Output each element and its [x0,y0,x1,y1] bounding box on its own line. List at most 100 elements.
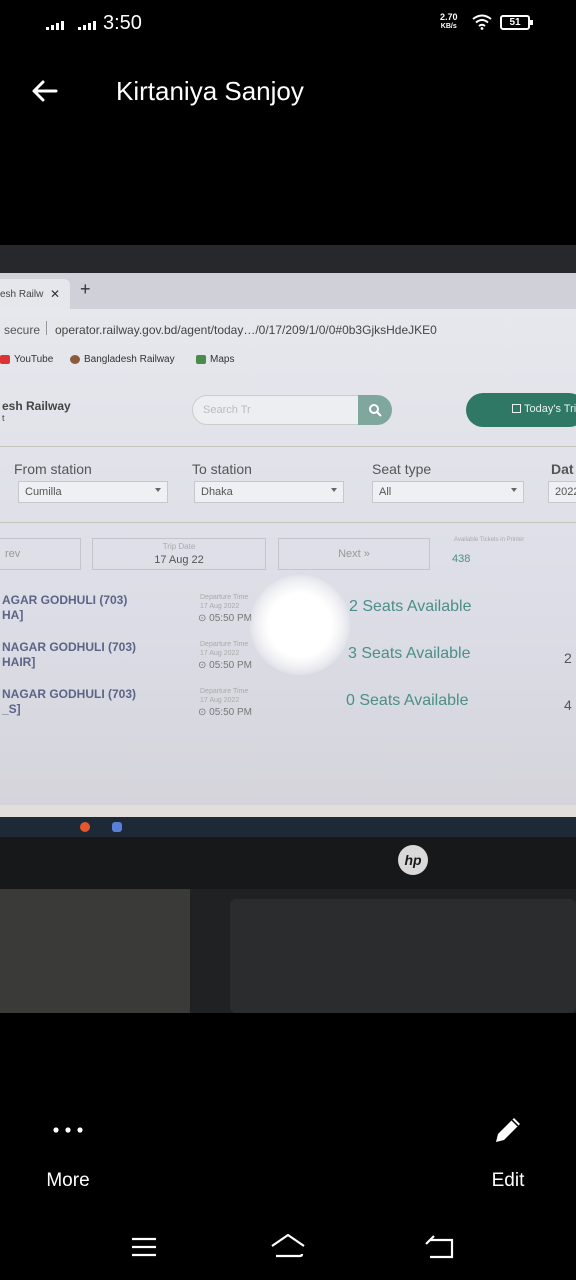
bookmarks-bar: YouTube Bangladesh Railway Maps [0,349,576,371]
edit-button[interactable]: Edit [458,1110,558,1200]
clock-icon: ⊙ [198,707,207,718]
network-speed-value: 2.70 [440,12,458,22]
train-name: AGAR GODHULI (703) HA] [2,593,127,623]
network-speed: 2.70 KB/s [440,13,458,31]
photo-viewer-image[interactable]: esh Railw ✕ + secure operator.railway.go… [0,245,576,1013]
plus-icon: + [80,279,91,299]
next-button: Next » [278,538,430,570]
brand-line: t [2,413,5,423]
more-dots-icon [53,1127,83,1133]
home-icon[interactable] [268,1230,308,1264]
train-route-line: HA] [2,608,24,622]
edit-label: Edit [491,1170,525,1191]
seats-available: 3 Seats Available [348,645,471,662]
chevron-down-icon [331,488,337,492]
departure-time: ⊙ 05:50 PM [198,613,252,624]
chevron-down-icon [155,488,161,492]
site-brand: esh Railway t [2,399,71,423]
youtube-icon [0,355,10,364]
bookmark-bangladesh-railway: Bangladesh Railway [70,354,175,365]
network-speed-unit: KB/s [440,23,457,30]
status-time: 3:50 [103,12,142,34]
brand-line: esh Railway [2,399,71,413]
departure-caption-label: Departure Time [200,688,249,695]
more-button[interactable]: More [18,1110,118,1200]
departure-caption-date: 17 Aug 2022 [200,697,240,704]
close-icon: ✕ [50,287,61,301]
trip-date-caption: Trip Date [162,542,196,551]
departure-time: ⊙ 05:50 PM [198,707,252,718]
filter-select-seat-type: All [372,481,524,503]
departure-caption: Departure Time 17 Aug 2022 [200,593,248,611]
laptop-screen: esh Railw ✕ + secure operator.railway.go… [0,273,576,833]
filter-label-from: From station [14,461,92,477]
trip-pager: rev Trip Date 17 Aug 22 Next » Available… [0,535,576,575]
laptop-base [230,899,576,1013]
row-edge-value: 2 [564,650,572,666]
back-arrow-icon[interactable] [24,70,66,112]
browser-tab-title: esh Railw [0,289,44,300]
filter-label-seat-type: Seat type [372,461,432,477]
todays-trips-label: Today's Tri [524,403,576,415]
bookmark-label: Bangladesh Railway [84,354,175,365]
row-edge-value: 4 [564,697,572,713]
previous-button: rev [0,538,81,570]
filter-label-to: To station [192,461,252,477]
browser-tab-bar: esh Railw ✕ + [0,273,576,309]
available-tickets-caption: Available Tickets in Printer [454,537,525,543]
seats-available: 2 Seats Available [349,598,472,615]
departure-caption-label: Departure Time [200,594,249,601]
train-row: NAGAR GODHULI (703) _S] Departure Time 1… [0,687,576,733]
site-header: esh Railway t Search Tr Today's Tri [0,377,576,447]
clock-icon: ⊙ [198,613,207,624]
departure-time: ⊙ 05:50 PM [198,660,252,671]
pencil-icon [496,1118,520,1142]
secure-label: secure [4,323,41,337]
filter-select-date: 2022 [548,481,576,503]
browser-taskbar-icon [80,822,90,832]
trip-date-box: Trip Date 17 Aug 22 [92,538,266,570]
filter-value: Dhaka [201,486,233,498]
back-nav-icon[interactable] [420,1230,460,1264]
signal-icon [46,20,64,30]
search-icon [369,404,382,417]
battery-icon: 51 [500,15,533,30]
chevron-down-icon [511,488,517,492]
maps-icon [196,355,206,364]
bookmark-youtube: YouTube [0,354,53,365]
contact-name-title: Kirtaniya Sanjoy [116,76,304,106]
recent-apps-icon[interactable] [124,1230,164,1264]
more-label: More [46,1170,90,1191]
address-bar: secure operator.railway.gov.bd/agent/tod… [0,315,576,343]
available-tickets-count: 438 [452,553,471,565]
taskbar-app-icon [112,822,122,832]
train-name: NAGAR GODHULI (703) HAIR] [2,640,136,670]
url-text: operator.railway.gov.bd/agent/today…/0/1… [55,323,437,337]
railway-logo-icon [70,355,80,364]
screen-bottom-edge [0,805,576,817]
filter-value: All [379,486,392,498]
flash-glare [250,575,350,675]
train-name-line: AGAR GODHULI (703) [2,593,128,607]
departure-caption-label: Departure Time [200,641,249,648]
seats-available: 0 Seats Available [346,692,469,709]
hp-logo: hp [398,845,428,875]
laptop-bottom-bezel [0,837,576,889]
departure-caption: Departure Time 17 Aug 2022 [200,687,248,705]
desk-object [0,889,190,1013]
departure-caption-date: 17 Aug 2022 [200,650,240,657]
departure-time-value: 05:50 PM [209,660,252,671]
wifi-icon [472,14,492,30]
todays-trips-button: Today's Tri [466,393,576,427]
filter-select-to: Dhaka [194,481,344,503]
departure-caption-date: 17 Aug 2022 [200,603,240,610]
top-app-bar: Kirtaniya Sanjoy [0,56,576,126]
departure-time-value: 05:50 PM [209,613,252,624]
bookmark-maps: Maps [196,354,234,365]
browser-tab: esh Railw ✕ [0,279,70,309]
filter-label-date: Dat [551,461,574,477]
train-name-line: NAGAR GODHULI (703) [2,640,137,654]
filter-value: Cumilla [25,486,62,498]
bookmark-label: YouTube [14,354,54,365]
train-name-line: NAGAR GODHULI (703) [2,687,137,701]
